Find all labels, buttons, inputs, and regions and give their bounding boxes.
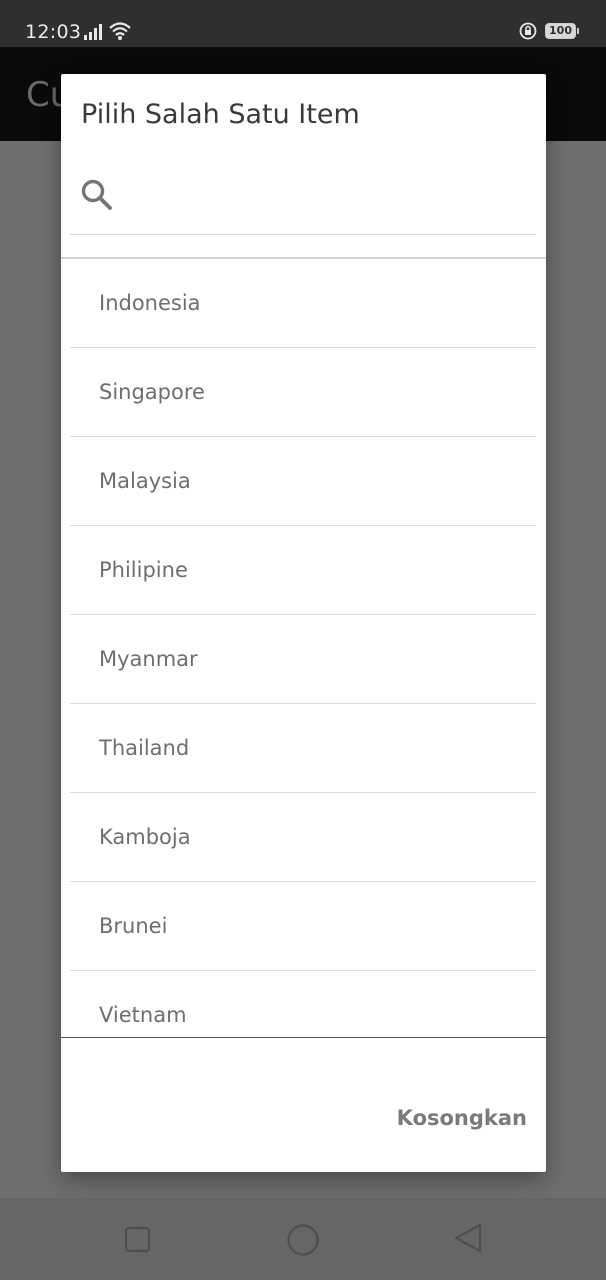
home-circle-icon[interactable] bbox=[286, 1223, 320, 1261]
list-item-label: Singapore bbox=[99, 380, 205, 404]
list-item-label: Malaysia bbox=[99, 469, 191, 493]
list-item[interactable]: Myanmar bbox=[70, 615, 536, 704]
dialog-title: Pilih Salah Satu Item bbox=[81, 99, 360, 130]
list-item-label: Thailand bbox=[99, 736, 190, 760]
search-input[interactable] bbox=[128, 178, 528, 218]
back-triangle-icon[interactable] bbox=[452, 1222, 484, 1258]
list-item[interactable]: Brunei bbox=[70, 882, 536, 971]
list-item[interactable]: Malaysia bbox=[70, 437, 536, 526]
battery-level: 100 bbox=[549, 24, 572, 37]
list-item[interactable]: Thailand bbox=[70, 704, 536, 793]
list-item[interactable]: Singapore bbox=[70, 348, 536, 437]
list-item-label: Philipine bbox=[99, 558, 188, 582]
search-bar bbox=[70, 166, 536, 235]
clear-button[interactable]: Kosongkan bbox=[367, 1096, 527, 1140]
wifi-icon bbox=[108, 21, 132, 45]
list-item[interactable]: Kamboja bbox=[70, 793, 536, 882]
status-time: 12:03 bbox=[25, 21, 82, 43]
battery-tip bbox=[577, 28, 579, 34]
list-item[interactable]: Vietnam bbox=[70, 971, 536, 1037]
signal-icon bbox=[84, 24, 104, 44]
list-item-label: Myanmar bbox=[99, 647, 198, 671]
search-icon bbox=[80, 178, 114, 216]
navigation-bar bbox=[0, 1198, 606, 1280]
battery-icon: 100 bbox=[545, 23, 576, 39]
list-item-label: Brunei bbox=[99, 914, 168, 938]
list-divider-bottom bbox=[61, 1037, 546, 1038]
list-item[interactable]: Philipine bbox=[70, 526, 536, 615]
list-item-label: Vietnam bbox=[99, 1003, 187, 1027]
lock-rotation-icon bbox=[519, 22, 539, 44]
list-item[interactable]: Indonesia bbox=[70, 259, 536, 348]
recents-square-icon[interactable] bbox=[124, 1226, 152, 1258]
list-item-label: Kamboja bbox=[99, 825, 191, 849]
item-list[interactable]: Indonesia Singapore Malaysia Philipine M… bbox=[61, 259, 546, 1037]
status-bar: 12:03 100 bbox=[0, 0, 606, 47]
list-item-label: Indonesia bbox=[99, 291, 201, 315]
select-item-dialog: Pilih Salah Satu Item Indonesia Singapor… bbox=[61, 74, 546, 1172]
